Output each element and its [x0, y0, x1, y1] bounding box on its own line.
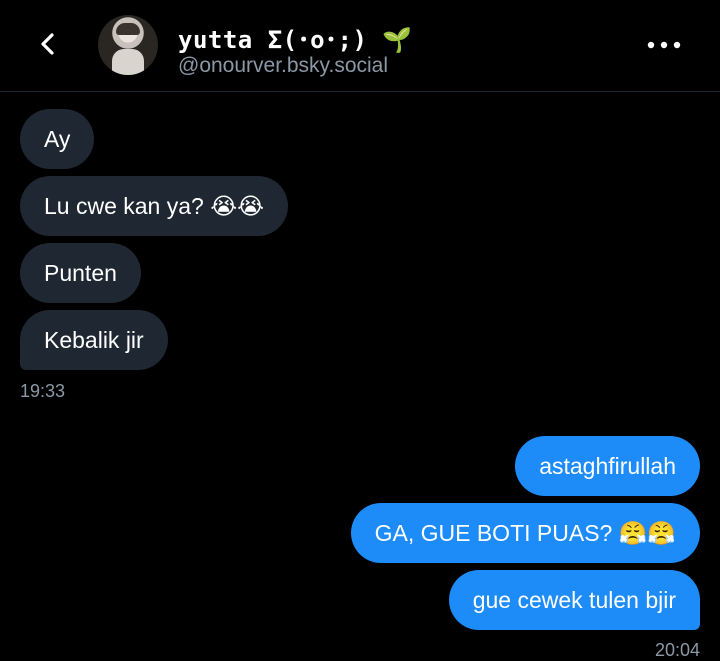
- avatar[interactable]: [98, 15, 158, 75]
- incoming-message[interactable]: Punten: [20, 243, 141, 303]
- message-timestamp: 20:04: [654, 640, 700, 660]
- message-timestamp: 19:33: [20, 381, 66, 401]
- chevron-left-icon: [41, 33, 54, 55]
- outgoing-message[interactable]: GA, GUE BOTI PUAS? 😤😤: [350, 503, 700, 563]
- contact-name[interactable]: yutta Σ(･o･;) 🌱: [178, 20, 413, 55]
- incoming-message[interactable]: Ay: [20, 109, 95, 169]
- outgoing-message[interactable]: astaghfirullah: [515, 436, 700, 496]
- conversation-header: yutta Σ(･o･;) 🌱 @onourver.bsky.social: [0, 0, 720, 92]
- contact-handle[interactable]: @onourver.bsky.social: [178, 54, 388, 78]
- back-button[interactable]: [30, 26, 66, 62]
- incoming-message[interactable]: Kebalik jir: [20, 310, 168, 370]
- outgoing-message[interactable]: gue cewek tulen bjir: [448, 570, 700, 630]
- more-options-button[interactable]: [644, 30, 684, 60]
- incoming-message[interactable]: Lu cwe kan ya? 😭😭: [20, 176, 288, 236]
- more-horizontal-icon: [647, 41, 681, 49]
